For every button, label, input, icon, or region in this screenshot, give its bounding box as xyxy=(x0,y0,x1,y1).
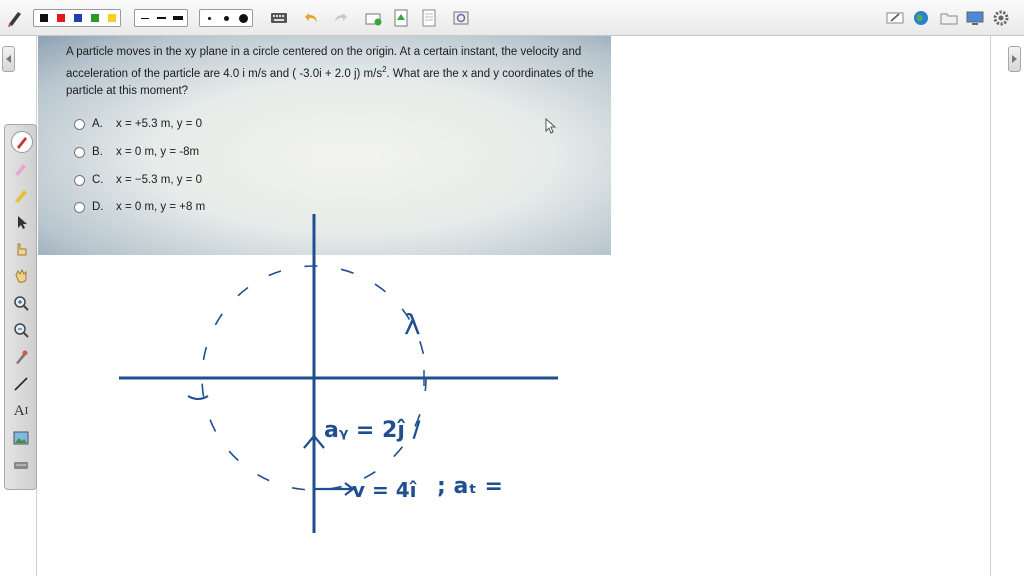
lambda-mark: λ xyxy=(404,308,421,341)
left-tick-mark xyxy=(187,395,209,400)
ink-drawing xyxy=(119,214,558,533)
velocity-label: v = 4î xyxy=(352,478,417,502)
ar-label: aᵧ = 2ĵ / xyxy=(324,418,421,443)
at-label: ; aₜ = xyxy=(437,474,503,499)
velocity-arrow xyxy=(314,482,355,496)
